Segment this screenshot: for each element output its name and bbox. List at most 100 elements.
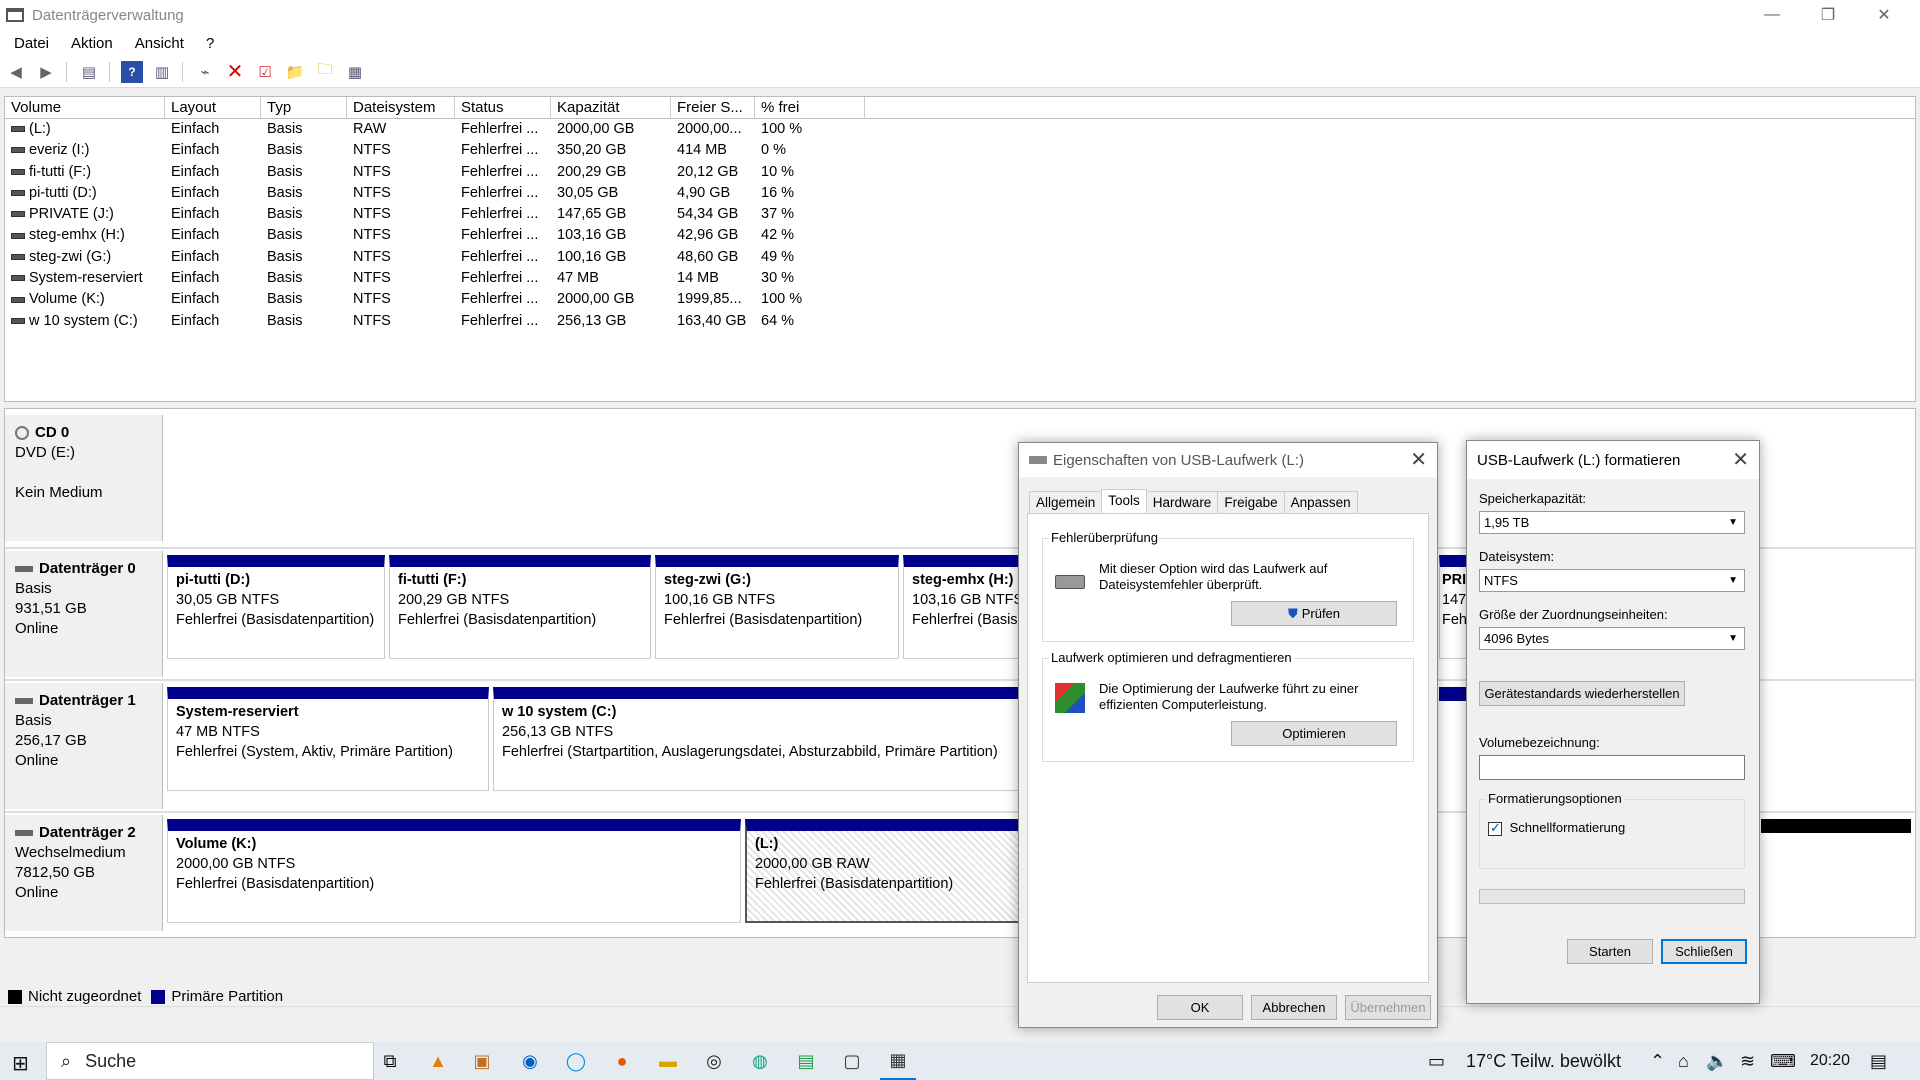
start-button[interactable]: Starten (1567, 939, 1653, 964)
quick-format-option[interactable]: Schnellformatierung (1488, 820, 1625, 836)
table-cell: 2000,00... (677, 121, 742, 137)
table-cell: 200,29 GB (557, 163, 627, 180)
restore-button[interactable]: ❐ (1800, 0, 1856, 30)
app-circle-icon[interactable]: ◎ (696, 1042, 732, 1080)
table-cell: Fehlerfrei ... (461, 270, 539, 287)
partition-f[interactable]: fi-tutti (F:) 200,29 GB NTFS Fehlerfrei … (389, 555, 651, 659)
quick-format-checkbox[interactable] (1488, 820, 1502, 836)
close-icon[interactable]: ✕ (1410, 447, 1427, 472)
tab-freigabe[interactable]: Freigabe (1217, 491, 1285, 515)
allocation-select[interactable]: 4096 Bytes ▼ (1479, 627, 1745, 650)
table-row[interactable]: w 10 system (C:) Einfach Basis NTFS Fehlerfr… (5, 311, 1915, 332)
table-row[interactable]: PRIVATE (J:) Einfach Basis NTFS Fehlerfrei .… (5, 204, 1915, 225)
tab-allgemein[interactable]: Allgemein (1029, 491, 1103, 515)
partition-c[interactable]: w 10 system (C:) 256,13 GB NTFS Fehlerfr… (493, 687, 1023, 791)
tab-hardware[interactable]: Hardware (1145, 491, 1219, 515)
column-header-volume[interactable]: Volume (5, 97, 165, 118)
close-button[interactable]: ✕ (1856, 0, 1912, 30)
table-row[interactable]: everiz (I:) Einfach Basis NTFS Fehlerfrei ..… (5, 140, 1915, 161)
show-hide-tree-icon[interactable]: ▤ (78, 61, 100, 83)
close-icon[interactable]: ✕ (1732, 447, 1749, 472)
column-header-kapazitaet[interactable]: Kapazität (551, 97, 671, 118)
partition-system-reserved[interactable]: System-reserviert 47 MB NTFS Fehlerfrei … (167, 687, 489, 791)
connect-drive-icon[interactable]: ⌁ (194, 61, 216, 83)
notification-icon[interactable]: ▤ (1870, 1042, 1887, 1080)
menu-aktion[interactable]: Aktion (57, 35, 121, 52)
skype-icon[interactable]: ◯ (558, 1042, 594, 1080)
back-arrow-icon[interactable]: ◀ (5, 61, 27, 83)
check-button[interactable]: ⛊ Prüfen (1231, 601, 1397, 626)
file-explorer-icon[interactable]: ▬ (650, 1042, 686, 1080)
partition-l[interactable]: (L:) 2000,00 GB RAW Fehlerfrei (Basisdat… (745, 819, 1023, 923)
menu-ansicht[interactable]: Ansicht (121, 35, 192, 52)
check-icon[interactable]: ☑ (254, 61, 276, 83)
partition-status: Fehlerfrei (Basisdatenpartition) (664, 612, 863, 628)
folder-up-icon[interactable]: 📁 (284, 61, 306, 83)
clock[interactable]: 20:20 (1810, 1042, 1850, 1080)
ok-button[interactable]: OK (1157, 995, 1243, 1020)
weather-text[interactable]: 17°C Teilw. bewölkt (1466, 1042, 1621, 1080)
filesystem-select[interactable]: NTFS ▼ (1479, 569, 1745, 592)
column-header-typ[interactable]: Typ (261, 97, 347, 118)
delete-icon[interactable]: ✕ (224, 61, 246, 83)
spreadsheet-icon[interactable]: ▤ (788, 1042, 824, 1080)
partition-d[interactable]: pi-tutti (D:) 30,05 GB NTFS Fehlerfrei (… (167, 555, 385, 659)
volume-name: (L:) (29, 121, 51, 137)
disk-label-1[interactable]: Datenträger 1 Basis 256,17 GB Online (5, 683, 163, 809)
table-row[interactable]: (L:) Einfach Basis RAW Fehlerfrei ... 2000,00… (5, 119, 1915, 140)
firefox-icon[interactable]: ● (604, 1042, 640, 1080)
apply-button[interactable]: Übernehmen (1345, 995, 1431, 1020)
optimize-button[interactable]: Optimieren (1231, 721, 1397, 746)
partition-h[interactable]: steg-emhx (H:) 103,16 GB NTFS Fehlerfrei… (903, 555, 1023, 659)
table-row[interactable]: steg-emhx (H:) Einfach Basis NTFS Fehlerfrei… (5, 225, 1915, 246)
menu-help[interactable]: ? (192, 35, 222, 52)
disk-label-0[interactable]: Datenträger 0 Basis 931,51 GB Online (5, 551, 163, 677)
app-green-icon[interactable]: ◍ (742, 1042, 778, 1080)
column-header-freier-speicher[interactable]: Freier S... (671, 97, 755, 118)
partition-k[interactable]: Volume (K:) 2000,00 GB NTFS Fehlerfrei (… (167, 819, 741, 923)
partition-g[interactable]: steg-zwi (G:) 100,16 GB NTFS Fehlerfrei … (655, 555, 899, 659)
column-header-status[interactable]: Status (455, 97, 551, 118)
table-row[interactable]: pi-tutti (D:) Einfach Basis NTFS Fehlerfrei … (5, 183, 1915, 204)
restore-defaults-button[interactable]: Gerätestandards wiederherstellen (1479, 681, 1685, 706)
disk-label-cd0[interactable]: CD 0 DVD (E:) Kein Medium (5, 415, 163, 541)
disk-label-2[interactable]: Datenträger 2 Wechselmedium 7812,50 GB O… (5, 815, 163, 931)
close-dialog-button[interactable]: Schließen (1661, 939, 1747, 964)
tab-anpassen[interactable]: Anpassen (1283, 491, 1358, 515)
vlc-icon[interactable]: ▲ (420, 1042, 456, 1080)
tab-tools[interactable]: Tools (1101, 489, 1147, 513)
browser-edge-icon[interactable]: ◉ (512, 1042, 548, 1080)
table-row[interactable]: fi-tutti (F:) Einfach Basis NTFS Fehlerfrei … (5, 162, 1915, 183)
disk-management-task-icon[interactable]: ▦ (880, 1042, 916, 1080)
group-title: Laufwerk optimieren und defragmentieren (1049, 650, 1294, 665)
computer-management-icon[interactable]: ▢ (834, 1042, 870, 1080)
volume-icon[interactable]: 🔈 (1706, 1042, 1728, 1080)
network-icon[interactable]: ⌂ (1678, 1042, 1689, 1080)
keyboard-icon[interactable]: ⌨ (1770, 1042, 1796, 1080)
table-cell: (L:) (5, 119, 165, 140)
chevron-up-icon[interactable]: ⌃ (1650, 1042, 1665, 1080)
menu-datei[interactable]: Datei (0, 35, 57, 52)
table-row[interactable]: steg-zwi (G:) Einfach Basis NTFS Fehlerfrei … (5, 247, 1915, 268)
column-header-layout[interactable]: Layout (165, 97, 261, 118)
wifi-icon[interactable]: ≋ (1740, 1042, 1755, 1080)
weather-icon[interactable]: ▭ (1428, 1042, 1445, 1080)
help-icon[interactable]: ? (121, 60, 143, 83)
capacity-select[interactable]: 1,95 TB ▼ (1479, 511, 1745, 534)
partition-name: fi-tutti (F:) (398, 572, 467, 588)
volume-label-input[interactable] (1479, 755, 1745, 780)
windows-start-icon[interactable]: ⊞ (12, 1051, 29, 1076)
column-header-dateisystem[interactable]: Dateisystem (347, 97, 455, 118)
folder-search-icon[interactable]: 🗀 (314, 61, 336, 83)
properties-icon[interactable]: ▥ (151, 61, 173, 83)
table-row[interactable]: System-reserviert Einfach Basis NTFS Fehlerf… (5, 268, 1915, 289)
table-row[interactable]: Volume (K:) Einfach Basis NTFS Fehlerfrei ..… (5, 289, 1915, 310)
cancel-button[interactable]: Abbrechen (1251, 995, 1337, 1020)
task-view-icon[interactable]: ⧉ (372, 1042, 408, 1080)
column-header-prozent-frei[interactable]: % frei (755, 97, 865, 118)
taskbar-search-box[interactable]: ⌕ Suche (46, 1042, 374, 1080)
forward-arrow-icon[interactable]: ▶ (35, 61, 57, 83)
minimize-button[interactable]: — (1744, 0, 1800, 30)
view-icon[interactable]: ▦ (344, 61, 366, 83)
media-player-icon[interactable]: ▣ (464, 1042, 500, 1080)
